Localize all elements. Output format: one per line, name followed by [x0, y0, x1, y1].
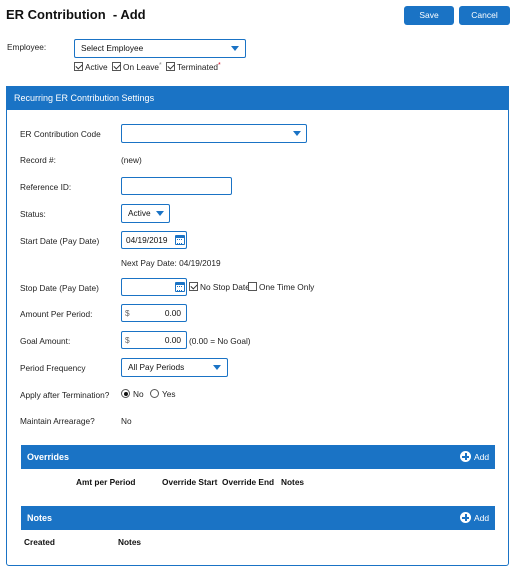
no-stop-date-label: No Stop Date [200, 282, 250, 292]
active-checkbox[interactable] [74, 62, 83, 71]
next-pay-date: Next Pay Date: 04/19/2019 [121, 258, 221, 268]
period-frequency-select[interactable]: All Pay Periods [121, 358, 228, 377]
currency-symbol: $ [125, 335, 130, 345]
period-frequency-label: Period Frequency [20, 363, 86, 373]
overrides-add-button[interactable]: Add [460, 445, 492, 469]
start-date-value: 04/19/2019 [126, 235, 168, 245]
notes-col-created[interactable]: Created [24, 537, 55, 547]
active-label: Active [85, 62, 108, 72]
one-time-only-checkbox[interactable] [248, 282, 257, 291]
reference-id-label: Reference ID: [20, 182, 72, 192]
contribution-code-label: ER Contribution Code [20, 129, 101, 139]
currency-symbol: $ [125, 308, 130, 318]
settings-panel [6, 86, 509, 566]
notes-add-button[interactable]: Add [460, 506, 492, 530]
chevron-down-icon [213, 365, 221, 370]
apply-no-radio[interactable] [121, 389, 130, 398]
record-value: (new) [121, 155, 142, 165]
chevron-down-icon [293, 131, 301, 136]
status-value: Active [128, 208, 151, 218]
no-stop-date-checkbox[interactable] [189, 282, 198, 291]
notes-title: Notes [27, 513, 53, 523]
contribution-code-select[interactable] [121, 124, 307, 143]
terminated-checkbox[interactable] [166, 62, 175, 71]
apply-no-label: No [133, 389, 144, 399]
settings-panel-header: Recurring ER Contribution Settings [6, 86, 509, 110]
goal-amount-value: 0.00 [164, 335, 181, 345]
goal-amount-hint: (0.00 = No Goal) [189, 336, 251, 346]
overrides-col-end[interactable]: Override End [222, 477, 274, 487]
plus-icon [460, 451, 471, 462]
page-title: ER Contribution - Add [6, 7, 146, 22]
on-leave-checkbox[interactable] [112, 62, 121, 71]
plus-icon [460, 512, 471, 523]
goal-amount-label: Goal Amount: [20, 336, 71, 346]
overrides-title: Overrides [27, 452, 70, 462]
overrides-col-notes[interactable]: Notes [281, 477, 304, 487]
chevron-down-icon [231, 46, 239, 51]
overrides-add-label: Add [474, 452, 490, 462]
employee-label: Employee: [7, 42, 47, 52]
start-date-input[interactable]: 04/19/2019 [121, 231, 187, 249]
amount-per-period-label: Amount Per Period: [20, 309, 93, 319]
overrides-header: Overrides [21, 445, 495, 469]
amount-per-period-input[interactable]: $ 0.00 [121, 304, 187, 322]
goal-amount-input[interactable]: $ 0.00 [121, 331, 187, 349]
period-frequency-value: All Pay Periods [128, 362, 185, 372]
employee-select[interactable]: Select Employee [74, 39, 246, 58]
apply-yes-radio[interactable] [150, 389, 159, 398]
cancel-button[interactable]: Cancel [459, 6, 510, 25]
notes-header: Notes [21, 506, 495, 530]
overrides-col-amt[interactable]: Amt per Period [76, 477, 135, 487]
reference-id-input[interactable] [121, 177, 232, 195]
one-time-only-label: One Time Only [259, 282, 315, 292]
record-label: Record #: [20, 155, 56, 165]
stop-date-input[interactable] [121, 278, 187, 296]
terminated-label: Terminated* [177, 62, 221, 72]
status-select[interactable]: Active [121, 204, 170, 223]
amount-per-period-value: 0.00 [164, 308, 181, 318]
maintain-arrearage-label: Maintain Arrearage? [20, 416, 95, 426]
on-leave-label: On Leave* [123, 62, 162, 72]
save-button[interactable]: Save [404, 6, 454, 25]
apply-after-termination-label: Apply after Termination? [20, 390, 110, 400]
start-date-label: Start Date (Pay Date) [20, 236, 100, 246]
overrides-col-start[interactable]: Override Start [162, 477, 217, 487]
calendar-icon[interactable] [175, 235, 185, 245]
status-label: Status: [20, 209, 46, 219]
employee-select-value: Select Employee [81, 43, 144, 53]
chevron-down-icon [156, 211, 164, 216]
apply-yes-label: Yes [162, 389, 176, 399]
calendar-icon[interactable] [175, 282, 185, 292]
notes-col-notes[interactable]: Notes [118, 537, 141, 547]
maintain-arrearage-value: No [121, 416, 132, 426]
notes-add-label: Add [474, 513, 490, 523]
stop-date-label: Stop Date (Pay Date) [20, 283, 99, 293]
